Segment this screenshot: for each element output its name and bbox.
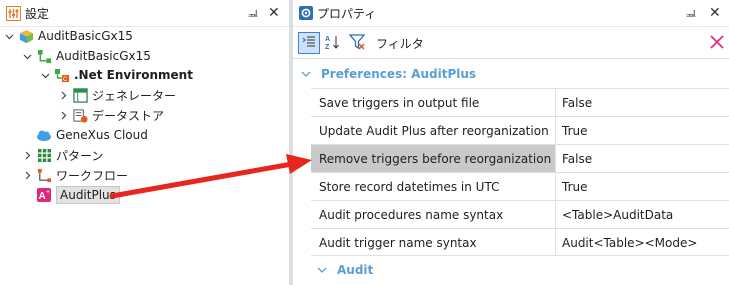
property-value[interactable]: Audit<Table><Mode>: [557, 229, 729, 256]
property-value[interactable]: True: [557, 173, 729, 200]
category-label: Preferences: AuditPlus: [321, 67, 477, 81]
svg-text:A: A: [325, 36, 330, 43]
svg-text:Z: Z: [325, 44, 330, 50]
tree-item-workflow[interactable]: ワークフロー: [22, 165, 128, 185]
properties-toolbar: AZ フィルタ: [293, 27, 729, 59]
tree-item-label: AuditPlus: [56, 186, 120, 204]
category-label: Audit: [337, 263, 374, 277]
collapse-chevron-icon[interactable]: [22, 170, 32, 180]
svg-text:C: C: [63, 77, 68, 83]
tree-item-label: AuditBasicGx15: [38, 29, 133, 43]
properties-title: プロパティ: [317, 6, 377, 21]
tree-item-label: ジェネレーター: [92, 88, 177, 103]
expand-chevron-icon[interactable]: [22, 51, 32, 61]
svg-text:A: A: [39, 191, 46, 202]
property-row-highlighted[interactable]: Remove triggers before reorganization Fa…: [311, 144, 729, 172]
svg-text:+: +: [46, 189, 50, 196]
filter-funnel-icon: [348, 33, 366, 53]
categorized-view-button[interactable]: [298, 32, 320, 54]
tree-item-label: .Net Environment: [74, 68, 193, 82]
expand-chevron-icon[interactable]: [40, 70, 50, 80]
tree-item-genexus-cloud[interactable]: GeneXus Cloud: [22, 125, 148, 145]
property-name: Audit trigger name syntax: [311, 229, 556, 256]
settings-panel: 設定 ᆋ ✕ AuditBasicGx15 AuditBasicGx15 C .…: [0, 0, 289, 285]
tree-item-version[interactable]: AuditBasicGx15: [22, 46, 151, 66]
property-row[interactable]: Audit trigger name syntax Audit<Table><M…: [311, 228, 729, 256]
property-name: Store record datetimes in UTC: [311, 173, 556, 200]
settings-panel-icon: [5, 5, 21, 21]
tree-item-kb-root[interactable]: AuditBasicGx15: [4, 26, 133, 46]
property-value[interactable]: True: [557, 117, 729, 144]
property-row[interactable]: Store record datetimes in UTC True: [311, 172, 729, 200]
property-value[interactable]: False: [557, 89, 729, 116]
alphabetical-sort-button[interactable]: AZ: [322, 32, 344, 54]
clear-x-icon: [709, 34, 725, 53]
properties-panel: プロパティ ᆋ ✕ AZ フィルタ Preferences: AuditPlus…: [293, 0, 729, 285]
settings-title: 設定: [25, 6, 50, 21]
datastore-icon: [72, 107, 88, 123]
workflow-icon: [36, 167, 52, 183]
filter-label: フィルタ: [376, 37, 424, 51]
property-row[interactable]: Update Audit Plus after reorganization T…: [311, 116, 729, 144]
tree-item-label: AuditBasicGx15: [56, 49, 151, 63]
close-settings-icon[interactable]: ✕: [268, 5, 280, 21]
net-environment-icon: C: [54, 67, 70, 83]
tree-item-auditplus[interactable]: A + AuditPlus: [22, 185, 120, 205]
property-name: Remove triggers before reorganization: [311, 145, 556, 172]
tree-item-patterns[interactable]: パターン: [22, 145, 103, 165]
category-audit[interactable]: Audit: [293, 256, 729, 284]
patterns-icon: [36, 147, 52, 163]
category-preferences-auditplus[interactable]: Preferences: AuditPlus: [293, 60, 729, 88]
collapse-chevron-icon[interactable]: [58, 90, 68, 100]
settings-titlebar: 設定 ᆋ ✕: [0, 0, 289, 27]
tree-item-generator[interactable]: ジェネレーター: [58, 85, 176, 105]
pin-icon[interactable]: ᆋ: [686, 7, 696, 23]
properties-titlebar: プロパティ ᆋ ✕: [293, 0, 729, 27]
clear-filter-button[interactable]: [707, 32, 727, 54]
property-name: Audit procedures name syntax: [311, 201, 556, 228]
expand-chevron-icon[interactable]: [4, 31, 14, 41]
property-row[interactable]: Audit procedures name syntax <Table>Audi…: [311, 200, 729, 228]
collapse-chevron-icon[interactable]: [317, 265, 327, 275]
close-properties-icon[interactable]: ✕: [709, 5, 721, 21]
categorized-list-icon: [302, 35, 316, 52]
cloud-icon: [36, 127, 52, 143]
generator-icon: [72, 87, 88, 103]
tree-item-label: GeneXus Cloud: [56, 128, 148, 142]
version-tree-icon: [36, 48, 52, 64]
tree-item-datastore[interactable]: データストア: [58, 105, 164, 125]
property-value[interactable]: False: [557, 145, 729, 172]
auditplus-icon: A +: [36, 187, 52, 203]
property-value[interactable]: <Table>AuditData: [557, 201, 729, 228]
tree-item-label: データストア: [92, 108, 165, 123]
tree-item-label: ワークフロー: [56, 168, 129, 183]
filter-input[interactable]: [430, 32, 705, 56]
property-row[interactable]: Save triggers in output file False: [311, 88, 729, 116]
kb-cube-icon: [18, 28, 34, 44]
property-name: Save triggers in output file: [311, 89, 556, 116]
collapse-chevron-icon[interactable]: [58, 110, 68, 120]
tree-item-label: パターン: [56, 148, 104, 163]
sort-az-icon: AZ: [325, 34, 341, 53]
property-name: Update Audit Plus after reorganization: [311, 117, 556, 144]
collapse-chevron-icon[interactable]: [301, 69, 311, 79]
filter-button[interactable]: [346, 32, 368, 54]
pin-icon[interactable]: ᆋ: [248, 7, 258, 23]
tree-item-net-environment[interactable]: C .Net Environment: [40, 65, 193, 85]
gear-icon: [299, 6, 313, 20]
collapse-chevron-icon[interactable]: [22, 150, 32, 160]
